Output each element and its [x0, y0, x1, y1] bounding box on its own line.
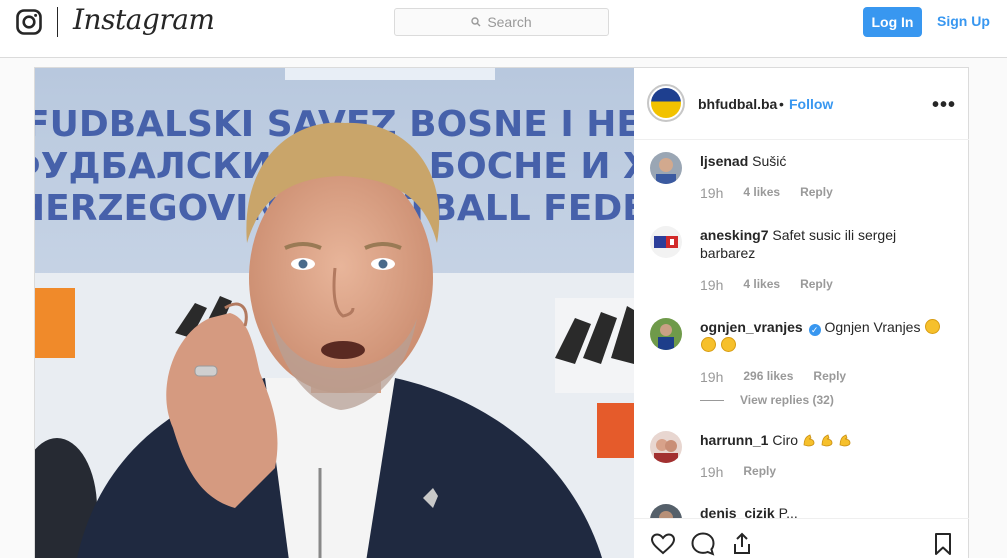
comment-text: Ciro — [772, 432, 799, 448]
top-navigation-bar: Instagram Search Log In Sign Up — [0, 0, 1007, 58]
instagram-wordmark[interactable]: Instagram — [73, 3, 215, 36]
bookmark-icon[interactable] — [930, 531, 956, 557]
avatar-photo — [650, 318, 682, 350]
flexed-biceps-emoji-icon — [803, 434, 815, 447]
follow-button[interactable]: Follow — [789, 96, 833, 112]
flexed-biceps-emoji-icon — [821, 434, 833, 447]
log-in-button[interactable]: Log In — [863, 7, 922, 37]
comment-username[interactable]: ljsenad — [700, 153, 748, 169]
comment-username[interactable]: harrunn_1 — [700, 432, 768, 448]
avatar-photo — [650, 152, 682, 184]
commenter-avatar[interactable] — [650, 318, 682, 350]
post-card: FUDBALSKI SAVEZ BOSNE I HERCEGOVINE ФУДБ… — [34, 67, 969, 558]
commenter-avatar[interactable] — [650, 152, 682, 184]
search-icon — [471, 17, 481, 27]
comment-text-block: denis_cizik P... — [700, 504, 955, 518]
comment-text-block: anesking7 Safet susic ili sergej barbare… — [700, 226, 955, 262]
replies-line — [700, 399, 724, 401]
commenter-avatar[interactable] — [650, 431, 682, 463]
comment-time[interactable]: 19h — [700, 369, 723, 385]
comment-text: P... — [778, 505, 798, 518]
commenter-avatar[interactable] — [650, 504, 682, 518]
reply-button[interactable]: Reply — [743, 464, 776, 480]
commenter-avatar[interactable] — [650, 226, 682, 258]
comment-username[interactable]: anesking7 — [700, 227, 768, 243]
more-options-button[interactable]: ••• — [932, 94, 956, 117]
comment-time[interactable]: 19h — [700, 464, 723, 480]
view-replies-button[interactable]: View replies (32) — [700, 393, 834, 407]
comment-text: Ognjen Vranjes — [824, 319, 921, 335]
view-replies-label: View replies (32) — [740, 393, 834, 407]
post-side-panel: bhfudbal.ba • Follow ••• ljsenad Sušić 1… — [634, 68, 969, 558]
author-username[interactable]: bhfudbal.ba — [698, 96, 777, 112]
reply-button[interactable]: Reply — [813, 369, 846, 385]
comment-username[interactable]: ognjen_vranjes — [700, 319, 803, 335]
comment-meta: 19h 296 likes Reply — [700, 369, 866, 385]
comment-likes[interactable]: 296 likes — [743, 369, 793, 385]
logo-divider — [57, 7, 58, 37]
comment-text: Sušić — [752, 153, 787, 169]
comment-time[interactable]: 19h — [700, 277, 723, 293]
laughing-emoji-icon — [925, 319, 941, 334]
comment-likes[interactable]: 4 likes — [743, 277, 780, 293]
comment-time[interactable]: 19h — [700, 185, 723, 201]
reply-button[interactable]: Reply — [800, 185, 833, 201]
comment-meta: 19h Reply — [700, 464, 796, 480]
reply-button[interactable]: Reply — [800, 277, 833, 293]
laughing-emoji-icon — [720, 337, 736, 352]
author-avatar[interactable] — [647, 84, 685, 122]
comment-icon[interactable] — [690, 531, 716, 557]
comment-meta: 19h 4 likes Reply — [700, 277, 853, 293]
laughing-emoji-icon — [701, 337, 716, 352]
avatar-photo — [650, 504, 682, 518]
avatar-photo — [650, 226, 682, 258]
post-actions-bar — [634, 518, 969, 558]
comment-meta: 19h 4 likes Reply — [700, 185, 853, 201]
comments-list[interactable]: ljsenad Sušić 19h 4 likes Reply anesking… — [634, 140, 969, 518]
header-separator: • — [779, 96, 784, 112]
avatar-photo — [650, 431, 682, 463]
post-photo[interactable]: FUDBALSKI SAVEZ BOSNE I HERCEGOVINE ФУДБ… — [35, 68, 634, 558]
post-header: bhfudbal.ba • Follow ••• — [634, 68, 969, 140]
comment-text-block: ognjen_vranjes ✓ Ognjen Vranjes — [700, 318, 955, 354]
comment-text-block: harrunn_1 Ciro — [700, 431, 955, 449]
share-icon[interactable] — [729, 531, 755, 557]
heart-icon[interactable] — [650, 531, 676, 557]
comment-text-block: ljsenad Sušić — [700, 152, 955, 170]
nfsbih-logo-image — [651, 88, 681, 118]
search-input[interactable]: Search — [394, 8, 609, 36]
press-conference-image: FUDBALSKI SAVEZ BOSNE I HERCEGOVINE ФУДБ… — [35, 68, 634, 558]
comment-username[interactable]: denis_cizik — [700, 505, 775, 518]
search-placeholder: Search — [487, 14, 532, 30]
instagram-glyph-icon[interactable] — [16, 9, 42, 35]
flexed-biceps-emoji-icon — [839, 434, 851, 447]
sign-up-link[interactable]: Sign Up — [937, 13, 990, 29]
comment-likes[interactable]: 4 likes — [743, 185, 780, 201]
verified-badge-icon: ✓ — [808, 324, 821, 336]
